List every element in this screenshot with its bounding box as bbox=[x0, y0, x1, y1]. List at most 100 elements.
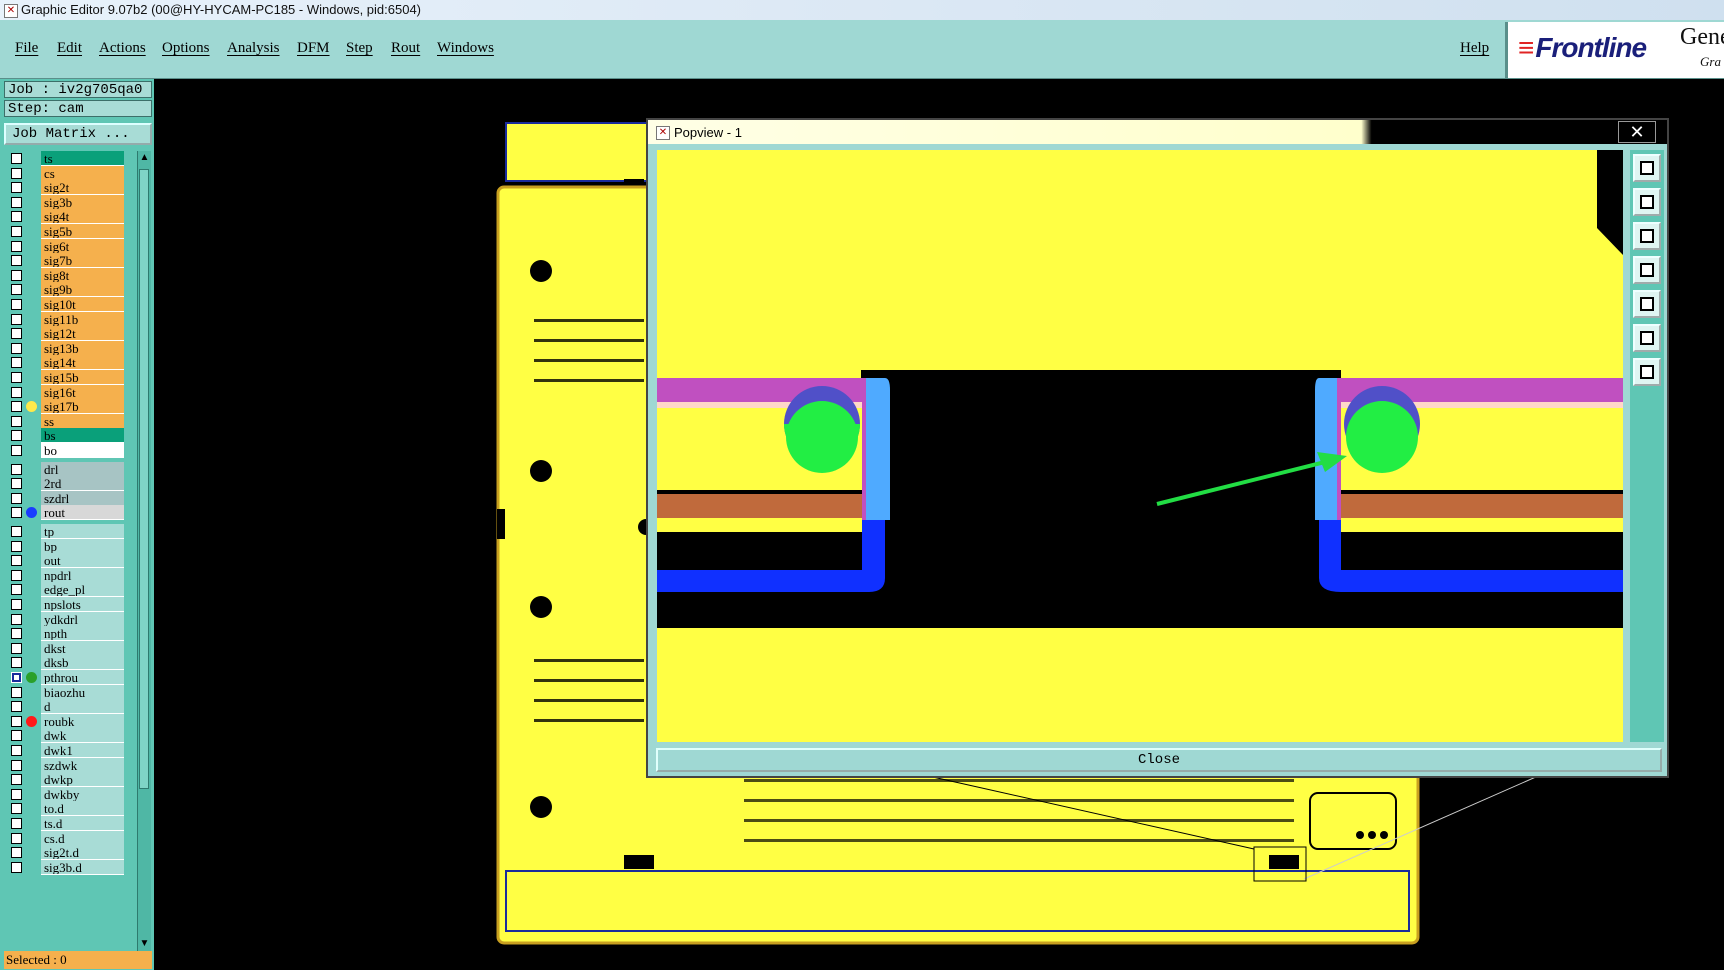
layer-checkbox[interactable] bbox=[11, 657, 22, 669]
layer-name[interactable]: dwk1 bbox=[41, 743, 124, 758]
layer-name[interactable]: sig6t bbox=[41, 238, 124, 254]
layer-checkbox[interactable] bbox=[11, 701, 22, 713]
layer-name[interactable]: npslots bbox=[41, 597, 124, 612]
layer-row[interactable]: cs bbox=[4, 165, 124, 181]
layer-row[interactable]: tp bbox=[4, 524, 124, 539]
layer-checkbox[interactable] bbox=[11, 803, 22, 815]
layer-checkbox[interactable] bbox=[11, 686, 22, 698]
layer-name[interactable]: roubk bbox=[41, 713, 124, 729]
layer-name[interactable]: sig11b bbox=[41, 311, 124, 327]
layer-name[interactable]: sig10t bbox=[41, 297, 124, 312]
menu-windows[interactable]: Windows bbox=[437, 40, 494, 57]
layer-checkbox[interactable] bbox=[11, 478, 22, 490]
layer-name[interactable]: ss bbox=[41, 413, 124, 429]
layer-name[interactable]: sig3b bbox=[41, 194, 124, 210]
pan-down-icon[interactable] bbox=[1633, 222, 1661, 250]
layer-row[interactable]: edge_pl bbox=[4, 582, 124, 598]
layer-checkbox[interactable] bbox=[11, 526, 22, 537]
layer-row[interactable]: sig12t bbox=[4, 326, 124, 342]
pan-left-icon[interactable] bbox=[1633, 256, 1661, 284]
layer-row[interactable]: rout bbox=[4, 505, 124, 521]
layer-checkbox[interactable] bbox=[11, 284, 22, 296]
layer-row[interactable]: ss bbox=[4, 413, 124, 429]
layer-checkbox[interactable] bbox=[11, 299, 22, 310]
layer-row[interactable]: dwkp bbox=[4, 772, 124, 788]
layer-row[interactable]: bp bbox=[4, 538, 124, 554]
layer-name[interactable]: cs bbox=[41, 165, 124, 181]
layer-checkbox[interactable] bbox=[11, 847, 22, 859]
layer-checkbox[interactable] bbox=[11, 313, 22, 325]
layer-row[interactable]: sig11b bbox=[4, 311, 124, 327]
layer-checkbox[interactable] bbox=[11, 240, 22, 252]
layer-row[interactable]: dksb bbox=[4, 655, 124, 671]
layer-row[interactable]: szdrl bbox=[4, 490, 124, 506]
layer-row[interactable]: sig6t bbox=[4, 238, 124, 254]
layer-row[interactable]: npslots bbox=[4, 597, 124, 612]
layer-name[interactable]: dwkby bbox=[41, 786, 124, 802]
layer-checkbox[interactable] bbox=[11, 401, 22, 413]
layer-name[interactable]: sig12t bbox=[41, 326, 124, 342]
layer-checkbox[interactable] bbox=[11, 357, 22, 369]
layer-name[interactable]: dksb bbox=[41, 655, 124, 671]
layer-name[interactable]: bo bbox=[41, 443, 124, 458]
menu-rout[interactable]: Rout bbox=[391, 40, 420, 57]
layer-checkbox[interactable] bbox=[11, 818, 22, 829]
layer-checkbox[interactable] bbox=[11, 642, 22, 654]
layer-checkbox[interactable] bbox=[11, 507, 22, 519]
layer-checkbox[interactable] bbox=[11, 430, 22, 442]
zoom-fit-icon[interactable] bbox=[1633, 154, 1661, 182]
layer-checkbox[interactable] bbox=[11, 555, 22, 567]
layer-name[interactable]: sig15b bbox=[41, 370, 124, 385]
layer-row[interactable]: sig13b bbox=[4, 340, 124, 356]
zoom-in-icon[interactable] bbox=[1633, 324, 1661, 352]
layer-checkbox[interactable] bbox=[11, 226, 22, 237]
layer-row[interactable]: npth bbox=[4, 626, 124, 642]
menu-actions[interactable]: Actions bbox=[99, 40, 146, 57]
layer-row[interactable]: sig10t bbox=[4, 297, 124, 312]
layer-row[interactable]: sig16t bbox=[4, 384, 124, 400]
popview-titlebar[interactable]: ✕ Popview - 1 bbox=[648, 120, 1667, 144]
layer-name[interactable]: bs bbox=[41, 428, 124, 444]
layer-checkbox[interactable] bbox=[11, 861, 22, 873]
zoom-out-icon[interactable] bbox=[1633, 358, 1661, 386]
layer-name[interactable]: ts bbox=[41, 151, 124, 166]
menu-edit[interactable]: Edit bbox=[57, 40, 82, 57]
job-matrix-button[interactable]: Job Matrix ... bbox=[4, 123, 152, 145]
layer-name[interactable]: sig3b.d bbox=[41, 859, 124, 875]
layer-checkbox[interactable] bbox=[11, 832, 22, 844]
layer-checkbox[interactable] bbox=[11, 182, 22, 194]
menu-step[interactable]: Step bbox=[346, 40, 373, 57]
layer-checkbox[interactable] bbox=[11, 445, 22, 456]
layer-row[interactable]: drl bbox=[4, 461, 124, 477]
layer-name[interactable]: sig2t.d bbox=[41, 845, 124, 861]
layer-name[interactable]: sig13b bbox=[41, 340, 124, 356]
layer-checkbox[interactable] bbox=[11, 788, 22, 800]
layer-checkbox[interactable] bbox=[11, 167, 22, 179]
layer-row[interactable]: szdwk bbox=[4, 757, 124, 773]
layer-row[interactable]: ydkdrl bbox=[4, 611, 124, 627]
layer-row[interactable]: cs.d bbox=[4, 830, 124, 846]
layer-name[interactable]: ts.d bbox=[41, 816, 124, 831]
layer-row[interactable]: dwk bbox=[4, 728, 124, 744]
layer-checkbox[interactable] bbox=[11, 463, 22, 475]
layer-row[interactable]: dwk1 bbox=[4, 743, 124, 758]
layer-row[interactable]: sig3b bbox=[4, 194, 124, 210]
layer-checkbox[interactable] bbox=[11, 599, 22, 610]
layer-row[interactable]: to.d bbox=[4, 801, 124, 817]
layer-row[interactable]: sig2t bbox=[4, 180, 124, 196]
layer-name[interactable]: ydkdrl bbox=[41, 611, 124, 627]
layer-checkbox[interactable] bbox=[11, 492, 22, 504]
layer-name[interactable]: bp bbox=[41, 538, 124, 554]
close-button[interactable]: Close bbox=[656, 748, 1662, 772]
layer-checkbox[interactable] bbox=[11, 386, 22, 398]
layer-checkbox[interactable] bbox=[11, 415, 22, 427]
layer-row[interactable]: roubk bbox=[4, 713, 124, 729]
menu-analysis[interactable]: Analysis bbox=[227, 40, 280, 57]
layer-row[interactable]: dkst bbox=[4, 640, 124, 656]
layer-row[interactable]: sig4t bbox=[4, 209, 124, 225]
layer-name[interactable]: biaozhu bbox=[41, 684, 124, 700]
layer-name[interactable]: sig7b bbox=[41, 253, 124, 269]
layer-name[interactable]: sig14t bbox=[41, 355, 124, 371]
layer-row[interactable]: sig5b bbox=[4, 224, 124, 239]
scroll-down-icon[interactable]: ▼ bbox=[138, 937, 151, 951]
